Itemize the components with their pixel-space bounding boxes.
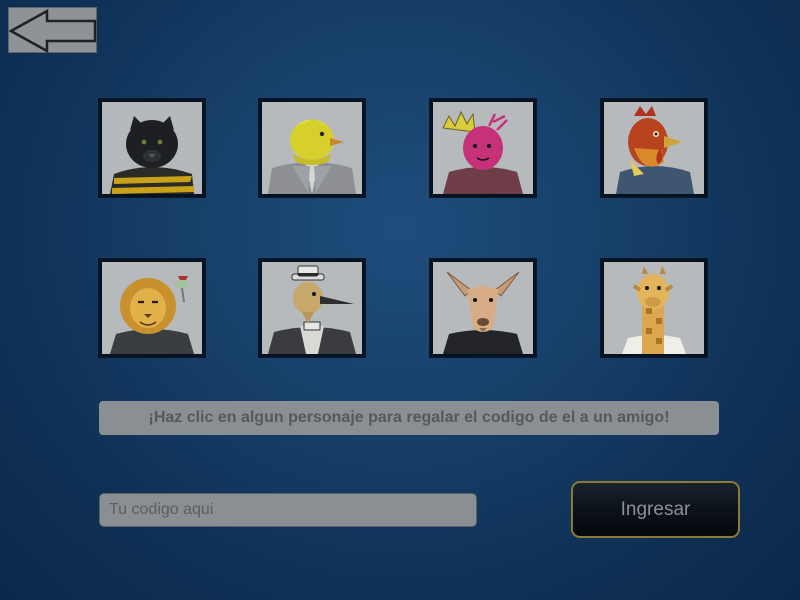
giraffe-character [604,262,704,354]
rooster-character [604,102,704,194]
character-card-rooster[interactable] [601,99,707,197]
character-card-panther[interactable] [99,99,205,197]
hint-text: ¡Haz clic en algun personaje para regala… [99,401,719,435]
character-card-kangaroo[interactable] [430,259,536,357]
panther-character [102,102,202,194]
character-card-hatted-bird[interactable] [259,259,365,357]
submit-button[interactable]: Ingresar [571,481,740,538]
lion-character [102,262,202,354]
crowned-creature-character [433,102,533,194]
arrow-left-icon [9,8,97,54]
kangaroo-character [433,262,533,354]
canary-character [262,102,362,194]
character-card-crowned-creature[interactable] [430,99,536,197]
character-card-giraffe[interactable] [601,259,707,357]
code-input[interactable] [99,493,477,527]
back-button[interactable] [8,7,97,54]
hatted-bird-character [262,262,362,354]
character-card-lion[interactable] [99,259,205,357]
character-card-canary[interactable] [259,99,365,197]
